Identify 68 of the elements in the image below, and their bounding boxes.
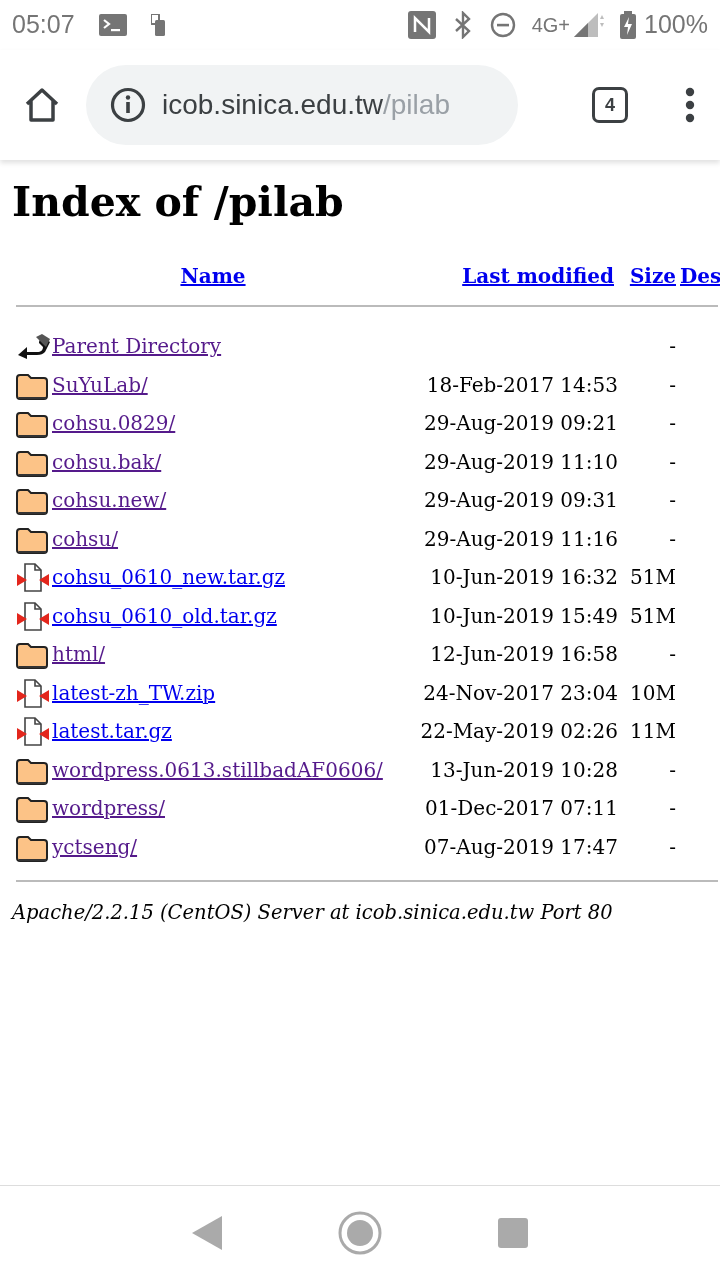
compressed-file-icon: [16, 600, 50, 631]
terminal-icon: [98, 14, 127, 36]
modified-date-text: 01-Dec-2017 07:11: [425, 795, 618, 823]
back-nav-icon[interactable]: [192, 1216, 222, 1250]
file-size-text: -: [669, 487, 676, 515]
file-size-text: -: [669, 333, 676, 361]
file-size-text: -: [669, 795, 676, 823]
modified-date-text: 10-Jun-2019 15:49: [430, 602, 618, 630]
file-size-text: -: [669, 641, 676, 669]
more-menu-icon[interactable]: [684, 87, 696, 123]
file-link[interactable]: html/: [52, 639, 106, 670]
file-link[interactable]: cohsu_0610_old.tar.gz: [52, 600, 277, 631]
server-signature-text: Apache/2.2.15 (CentOS) Server at icob.sinica.edu.tw Port 80: [12, 900, 614, 927]
column-header-link[interactable]: Name: [180, 261, 246, 292]
battery-percent-text: 100%: [644, 9, 708, 41]
file-link[interactable]: cohsu.bak/: [52, 446, 162, 477]
network-type-text: 4G+: [531, 13, 571, 38]
file-link[interactable]: cohsu.0829/: [52, 408, 176, 439]
file-link[interactable]: latest.tar.gz: [52, 716, 172, 747]
battery-charging-icon: [620, 11, 637, 39]
modified-date-text: 29-Aug-2019 09:31: [424, 487, 618, 515]
do-not-disturb-icon: [489, 12, 516, 38]
modified-date-text: 13-Jun-2019 10:28: [430, 756, 618, 784]
file-size-text: -: [669, 410, 676, 438]
file-link[interactable]: cohsu.new/: [52, 485, 167, 516]
compressed-file-icon: [16, 562, 50, 593]
compressed-file-icon: [16, 716, 50, 747]
modified-date-text: 18-Feb-2017 14:53: [426, 371, 618, 399]
file-size-text: -: [669, 525, 676, 553]
file-link[interactable]: latest-zh_TW.zip: [52, 677, 216, 708]
file-size-text: 11M: [630, 718, 676, 746]
page-heading: Index of /pilab: [12, 178, 345, 228]
url-text: icob.sinica.edu.tw/pilab: [162, 88, 450, 122]
file-size-text: 51M: [630, 564, 676, 592]
file-size-text: -: [669, 371, 676, 399]
address-bar[interactable]: icob.sinica.edu.tw/pilab: [86, 65, 518, 145]
modified-date-text: 07-Aug-2019 17:47: [424, 833, 618, 861]
modified-date-text: 29-Aug-2019 09:21: [424, 410, 618, 438]
clock-text: 05:07: [12, 9, 75, 41]
file-link[interactable]: wordpress.0613.stillbadAF0606/: [52, 754, 383, 785]
column-header-link[interactable]: Des: [680, 261, 720, 292]
device-icon: [150, 14, 165, 36]
back-arrow-icon: [16, 331, 50, 362]
modified-date-text: 10-Jun-2019 16:32: [430, 564, 618, 592]
file-link[interactable]: cohsu_0610_new.tar.gz: [52, 562, 285, 593]
file-link[interactable]: yctseng/: [52, 831, 138, 862]
home-nav-icon[interactable]: [338, 1211, 382, 1255]
file-size-text: 51M: [630, 602, 676, 630]
file-size-text: -: [669, 448, 676, 476]
file-link[interactable]: cohsu/: [52, 523, 118, 554]
file-link[interactable]: SuYuLab/: [52, 369, 148, 400]
modified-date-text: 12-Jun-2019 16:58: [430, 641, 618, 669]
tab-count-button[interactable]: 4: [592, 87, 628, 123]
file-size-text: 10M: [630, 679, 676, 707]
file-size-text: -: [669, 833, 676, 861]
compressed-file-icon: [16, 677, 50, 708]
signal-icon: [574, 13, 605, 37]
file-link[interactable]: Parent Directory: [52, 331, 222, 362]
modified-date-text: 29-Aug-2019 11:16: [424, 525, 618, 553]
modified-date-text: 29-Aug-2019 11:10: [424, 448, 618, 476]
info-icon: [110, 87, 146, 123]
file-size-text: -: [669, 756, 676, 784]
column-header-link[interactable]: Last modified: [462, 261, 614, 292]
column-header-link[interactable]: Size: [629, 261, 676, 292]
file-link[interactable]: wordpress/: [52, 793, 165, 824]
nfc-icon: [407, 11, 436, 39]
modified-date-text: 24-Nov-2017 23:04: [423, 679, 618, 707]
modified-date-text: 22-May-2019 02:26: [420, 718, 618, 746]
